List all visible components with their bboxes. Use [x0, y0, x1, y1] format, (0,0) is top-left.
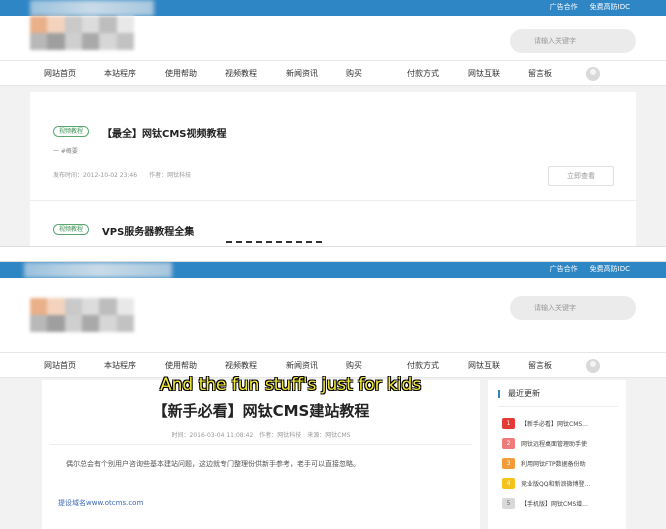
user-avatar-icon[interactable] [586, 67, 600, 81]
rank-badge: 3 [502, 458, 515, 469]
recent-updates-sidebar: 最近更新 1 【新手必看】网钛CMS... 2 网钛远程桌面管理助手使 3 利用… [488, 380, 626, 529]
rank-badge: 4 [502, 478, 515, 489]
ad-cooperation-link[interactable]: 广告合作 [550, 2, 578, 12]
top-bar: 广告合作 免费高防IDC [0, 0, 666, 16]
article-link-text[interactable]: 提设域名www.otcms.com [58, 498, 143, 508]
article-snippet: 一 #概要 [53, 148, 78, 155]
site-header: 请输入关键字 [0, 278, 666, 352]
blurred-site-name [24, 262, 172, 278]
nav-video[interactable]: 视频教程 [225, 61, 257, 87]
nav-program[interactable]: 本站程序 [104, 353, 136, 379]
meta-divider [50, 444, 472, 445]
article-heading: 【新手必看】网钛CMS建站教程 [152, 402, 370, 420]
nav-buy[interactable]: 购买 [346, 61, 362, 87]
article-list: 视频教程 【最全】网钛CMS视频教程 一 #概要 发布时间：2012-10-02… [30, 92, 636, 246]
article-paragraph: 偶尔总会有个别用户咨询些基本建站问题，这边就专门整理份供新手参考，老手可以直接忽… [66, 460, 360, 468]
article-detail: 【新手必看】网钛CMS建站教程 时间：2016-03-04 11:08:42 作… [42, 380, 480, 529]
site-logo[interactable] [30, 298, 134, 332]
search-input[interactable]: 请输入关键字 [510, 296, 636, 320]
screenshot-divider [0, 246, 666, 262]
site-header: 请输入关键字 [0, 16, 666, 60]
sidebar-title: 最近更新 [498, 390, 540, 398]
nav-news[interactable]: 新闻资讯 [286, 61, 318, 87]
nav-guestbook[interactable]: 留言板 [528, 61, 552, 87]
rank-badge: 5 [502, 498, 515, 509]
sidebar-item-label[interactable]: 竞业版QQ和新浪微博登... [521, 479, 590, 488]
list-page-screenshot: 广告合作 免费高防IDC 请输入关键字 网站首页 本站程序 使用帮助 视频教程 … [0, 0, 666, 246]
top-links: 广告合作 免费高防IDC [550, 2, 630, 12]
main-nav: 网站首页 本站程序 使用帮助 视频教程 新闻资讯 购买 付款方式 网钛互联 留言… [0, 60, 666, 86]
article-tag[interactable]: 视频教程 [53, 126, 90, 137]
sidebar-item[interactable]: 1 【新手必看】网钛CMS... [502, 418, 622, 430]
sidebar-item-label[interactable]: 利用网钛FTP数据备份助 [521, 459, 586, 468]
site-logo[interactable] [30, 16, 134, 50]
top-bar: 广告合作 免费高防IDC [0, 262, 666, 278]
rank-badge: 1 [502, 418, 515, 429]
sidebar-item[interactable]: 4 竞业版QQ和新浪微博登... [502, 478, 622, 490]
sidebar-item-label[interactable]: 【新手必看】网钛CMS... [521, 419, 588, 428]
article-meta: 时间：2016-03-04 11:08:42 作者：网钛科技 来源：网钛CMS [171, 432, 351, 439]
article-tag[interactable]: 视频教程 [53, 224, 90, 235]
nav-home[interactable]: 网站首页 [44, 61, 76, 87]
nav-home[interactable]: 网站首页 [44, 353, 76, 379]
nav-guestbook[interactable]: 留言板 [528, 353, 552, 379]
nav-payment[interactable]: 付款方式 [407, 61, 439, 87]
free-idc-link[interactable]: 免费高防IDC [590, 264, 630, 274]
detail-page-screenshot: 广告合作 免费高防IDC 请输入关键字 网站首页 本站程序 使用帮助 视频教程 … [0, 262, 666, 529]
blurred-site-name [30, 0, 154, 16]
nav-network[interactable]: 网钛互联 [468, 61, 500, 87]
search-input[interactable]: 请输入关键字 [510, 29, 636, 53]
read-more-button[interactable]: 立即查看 [548, 166, 614, 186]
top-links: 广告合作 免费高防IDC [550, 264, 630, 274]
video-subtitle-overlay: And the fun stuff's just for kids [160, 375, 422, 395]
article-meta: 发布时间：2012-10-02 23:46 作者：网钛科技 [53, 172, 192, 179]
article-divider [30, 200, 636, 201]
article-title[interactable]: VPS服务器教程全集 [102, 223, 194, 238]
article-title[interactable]: 【最全】网钛CMS视频教程 [102, 125, 227, 140]
free-idc-link[interactable]: 免费高防IDC [590, 2, 630, 12]
sidebar-item[interactable]: 2 网钛远程桌面管理助手使 [502, 438, 622, 450]
sidebar-divider [498, 406, 618, 407]
user-avatar-icon[interactable] [586, 359, 600, 373]
rank-badge: 2 [502, 438, 515, 449]
ad-cooperation-link[interactable]: 广告合作 [550, 264, 578, 274]
sidebar-item-label[interactable]: 网钛远程桌面管理助手使 [521, 439, 587, 448]
nav-help[interactable]: 使用帮助 [165, 61, 197, 87]
nav-network[interactable]: 网钛互联 [468, 353, 500, 379]
sidebar-item-label[interactable]: 【手机版】网钛CMS增... [521, 499, 588, 508]
sidebar-item[interactable]: 5 【手机版】网钛CMS增... [502, 498, 622, 510]
nav-program[interactable]: 本站程序 [104, 61, 136, 87]
sidebar-item[interactable]: 3 利用网钛FTP数据备份助 [502, 458, 622, 470]
